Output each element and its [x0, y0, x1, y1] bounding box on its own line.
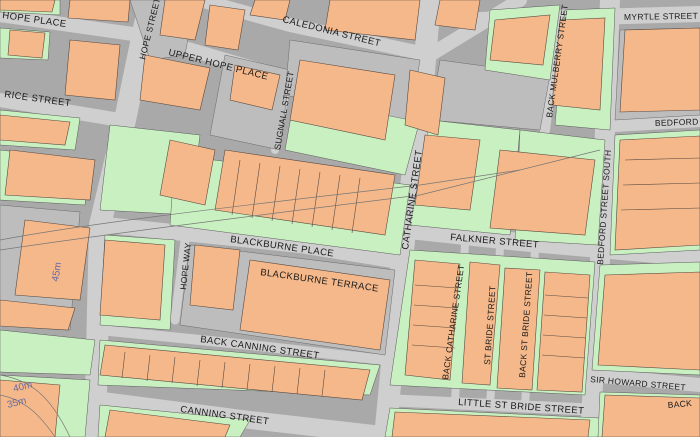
label-back-edge: BACK [667, 398, 692, 410]
label-bedford: BEDFORD [655, 116, 699, 128]
map-canvas: HOPE PLACE CALEDONIA STREET MYRTLE STREE… [0, 0, 700, 437]
street-map[interactable]: HOPE PLACE CALEDONIA STREET MYRTLE STREE… [0, 0, 700, 437]
label-myrtle-street: MYRTLE STREET [624, 11, 698, 22]
